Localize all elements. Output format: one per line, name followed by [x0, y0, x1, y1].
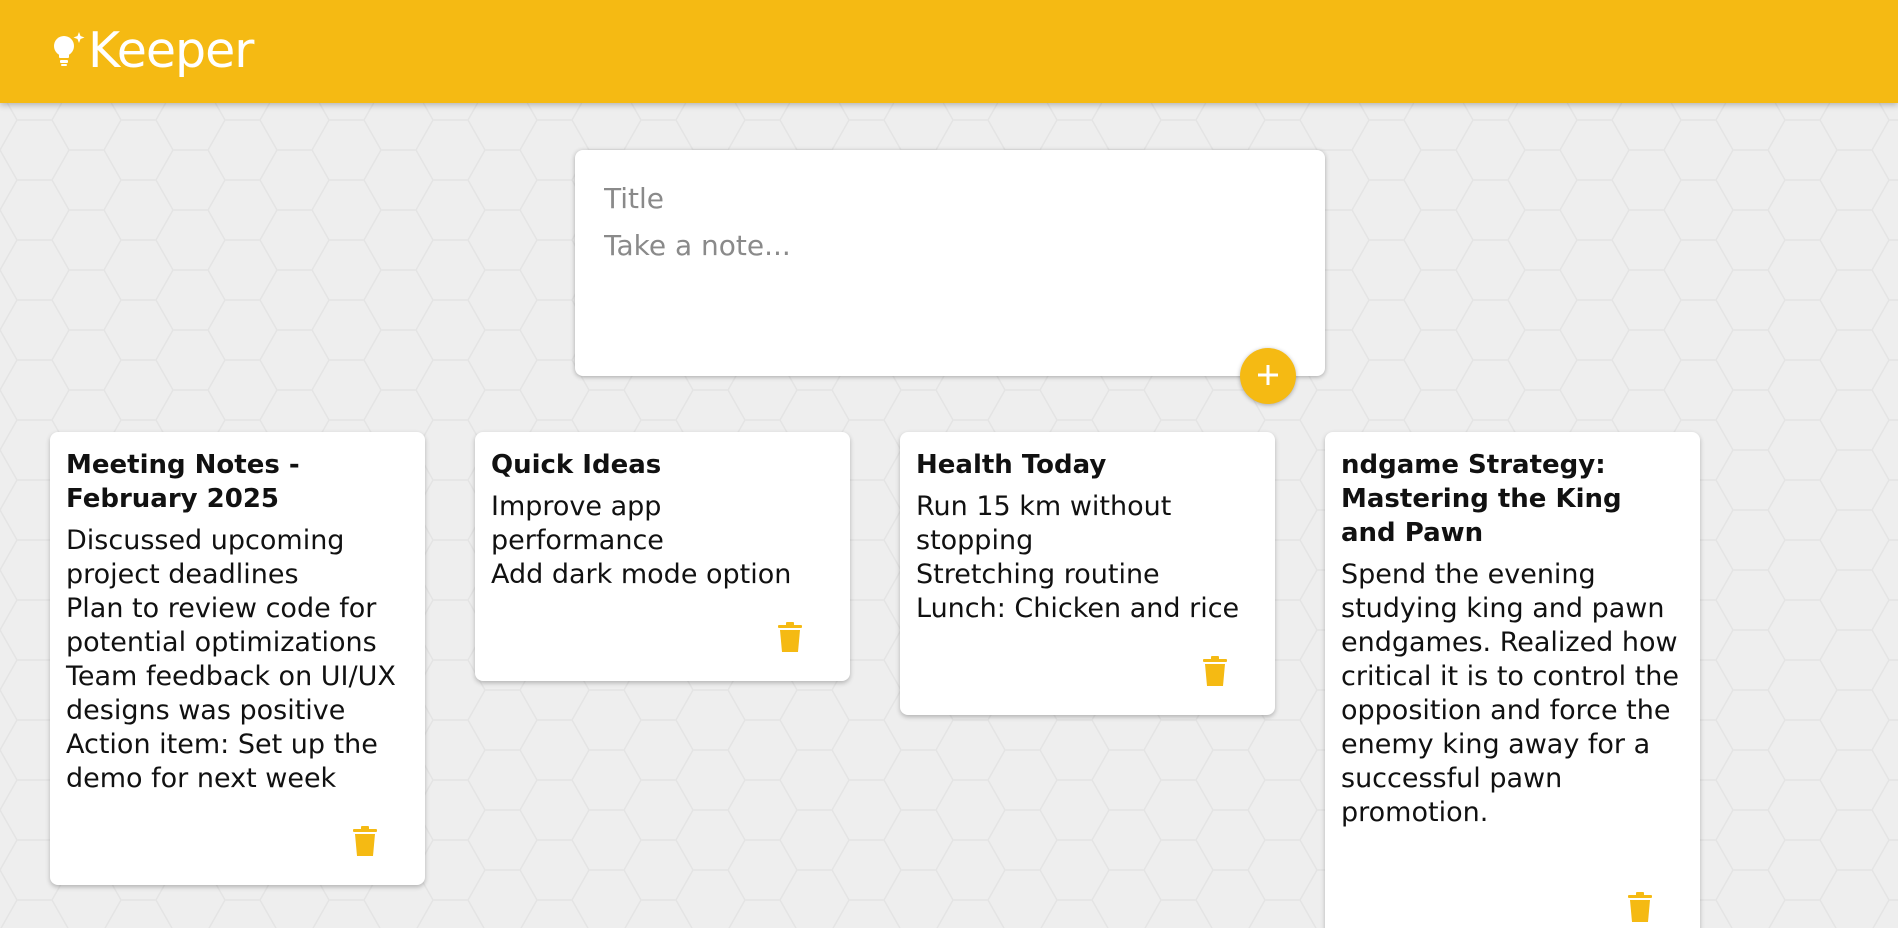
delete-note-button[interactable]: [347, 822, 383, 862]
trash-icon: [777, 621, 803, 655]
brand-name: Keeper: [88, 21, 254, 79]
delete-note-button[interactable]: [772, 618, 808, 658]
note-title: ndgame Strategy: Mastering the King and …: [1341, 450, 1622, 548]
note-card: ndgame Strategy: Mastering the King and …: [1325, 432, 1700, 928]
trash-icon: [352, 825, 378, 859]
title-input[interactable]: [604, 178, 1294, 218]
brand: Keeper: [50, 21, 254, 79]
note-content: Improve app performance Add dark mode op…: [491, 491, 792, 590]
add-note-button[interactable]: [1240, 348, 1296, 404]
note-card: Meeting Notes - February 2025 Discussed …: [50, 432, 425, 885]
lightbulb-sparkle-icon: [50, 30, 86, 70]
note-card: Quick Ideas Improve app performance Add …: [475, 432, 850, 681]
trash-icon: [1627, 891, 1653, 925]
note-content: Discussed upcoming project deadlines Pla…: [66, 525, 396, 794]
note-content-input[interactable]: [604, 226, 1294, 346]
trash-icon: [1202, 655, 1228, 689]
delete-note-button[interactable]: [1622, 888, 1658, 928]
note-title: Meeting Notes - February 2025: [66, 450, 300, 514]
note-title: Quick Ideas: [491, 450, 662, 480]
note-composer: [575, 150, 1325, 376]
delete-note-button[interactable]: [1197, 652, 1233, 692]
note-card: Health Today Run 15 km without stopping …: [900, 432, 1275, 715]
note-title: Health Today: [916, 450, 1107, 480]
note-content: Run 15 km without stopping Stretching ro…: [916, 491, 1240, 624]
app-header: Keeper: [0, 0, 1898, 103]
note-content: Spend the evening studying king and pawn…: [1341, 559, 1680, 828]
plus-icon: [1256, 363, 1280, 390]
